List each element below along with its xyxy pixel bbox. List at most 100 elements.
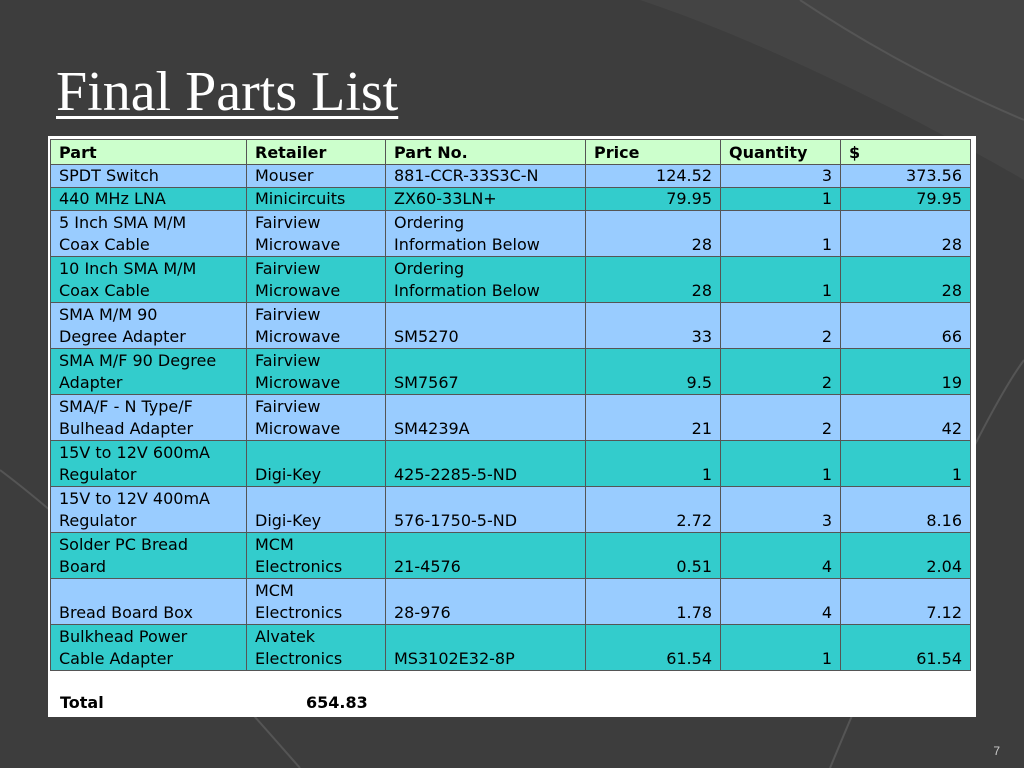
cell-part-no-line: 21-4576 — [394, 557, 461, 576]
cell-price: 124.52 — [585, 164, 721, 188]
cell-retailer-line: Microwave — [255, 281, 341, 300]
cell-price: 21 — [585, 394, 721, 441]
cell-retailer-line: Microwave — [255, 235, 341, 254]
cell-dollar-total: 42 — [840, 394, 971, 441]
slide-number: 7 — [993, 744, 1000, 758]
table-row: SMA M/F 90 Degree Adapter Fairview Microwav… — [50, 348, 971, 395]
cell-part: SMA/F - N Type/F Bulhead Adapter — [50, 394, 247, 441]
cell-quantity: 1 — [720, 256, 841, 303]
cell-retailer: Fairview Microwave — [246, 348, 386, 395]
cell-part: 5 Inch SMA M/M Coax Cable — [50, 210, 247, 257]
cell-retailer: Fairview Microwave — [246, 210, 386, 257]
cell-part-line: Adapter — [59, 373, 123, 392]
cell-part-line: Regulator — [59, 465, 137, 484]
cell-part-no: MS3102E32-8P — [385, 624, 586, 671]
cell-quantity: 2 — [720, 394, 841, 441]
cell-dollar-total: 28 — [840, 256, 971, 303]
cell-part: 15V to 12V 400mA Regulator — [50, 486, 247, 533]
cell-part: SMA M/F 90 Degree Adapter — [50, 348, 247, 395]
header-part: Part — [50, 139, 247, 165]
header-quantity: Quantity — [720, 139, 841, 165]
cell-part-no: 21-4576 — [385, 532, 586, 579]
cell-price: 28 — [585, 210, 721, 257]
cell-price: 61.54 — [585, 624, 721, 671]
cell-retailer-line: Microwave — [255, 373, 341, 392]
cell-part-no: Ordering Information Below — [385, 256, 586, 303]
cell-part: SMA M/M 90 Degree Adapter — [50, 302, 247, 349]
cell-part-no: Ordering Information Below — [385, 210, 586, 257]
cell-retailer-line: Microwave — [255, 419, 341, 438]
table-row: 10 Inch SMA M/M Coax Cable Fairview Microwa… — [50, 256, 971, 303]
cell-price: 79.95 — [585, 187, 721, 211]
cell-quantity: 3 — [720, 486, 841, 533]
cell-dollar-total: 28 — [840, 210, 971, 257]
cell-part-no-line: 881-CCR-33S3C-N — [394, 166, 539, 185]
cell-part-no-line: Ordering — [394, 213, 465, 232]
cell-part-no-line: SM4239A — [394, 419, 470, 438]
cell-part-no: 28-976 — [385, 578, 586, 625]
cell-quantity: 4 — [720, 532, 841, 579]
cell-part-line: 15V to 12V 400mA — [59, 489, 210, 508]
table-row: SMA/F - N Type/F Bulhead Adapter Fairview M… — [50, 394, 971, 441]
cell-part-line: Bulkhead Power — [59, 627, 188, 646]
cell-part-line: SPDT Switch — [59, 166, 159, 185]
header-dollar-total: $ — [840, 139, 971, 165]
cell-quantity: 1 — [720, 210, 841, 257]
cell-part-no-line: Information Below — [394, 235, 540, 254]
cell-part-no: 576-1750-5-ND — [385, 486, 586, 533]
cell-retailer-line: Microwave — [255, 327, 341, 346]
parts-table: Part Retailer Part No. Price Quantity $ … — [50, 139, 971, 671]
cell-part-no-line: Ordering — [394, 259, 465, 278]
cell-retailer: Alvatek Electronics — [246, 624, 386, 671]
cell-retailer-line: Electronics — [255, 603, 343, 622]
cell-quantity: 4 — [720, 578, 841, 625]
cell-price: 33 — [585, 302, 721, 349]
cell-dollar-total: 7.12 — [840, 578, 971, 625]
cell-price: 1 — [585, 440, 721, 487]
cell-part-line: 440 MHz LNA — [59, 189, 166, 208]
cell-part-line: Degree Adapter — [59, 327, 186, 346]
cell-retailer-line: Fairview — [255, 397, 321, 416]
cell-retailer: Mouser — [246, 164, 386, 188]
cell-quantity: 1 — [720, 187, 841, 211]
cell-part-line: 15V to 12V 600mA — [59, 443, 210, 462]
cell-retailer-line: Fairview — [255, 351, 321, 370]
table-row: Bread Board Box MCM Electronics 28-976 1.78 4… — [50, 578, 971, 625]
cell-part-line: 5 Inch SMA M/M — [59, 213, 187, 232]
table-header-row: Part Retailer Part No. Price Quantity $ — [50, 139, 971, 165]
cell-part-line: SMA M/M 90 — [59, 305, 158, 324]
header-price: Price — [585, 139, 721, 165]
cell-dollar-total: 79.95 — [840, 187, 971, 211]
cell-dollar-total: 1 — [840, 440, 971, 487]
cell-retailer: Fairview Microwave — [246, 394, 386, 441]
cell-part-no: 881-CCR-33S3C-N — [385, 164, 586, 188]
cell-part: 10 Inch SMA M/M Coax Cable — [50, 256, 247, 303]
cell-part-line: Coax Cable — [59, 281, 150, 300]
cell-retailer-line: Digi-Key — [255, 465, 322, 484]
cell-retailer-line: Fairview — [255, 305, 321, 324]
parts-table-panel: Part Retailer Part No. Price Quantity $ … — [48, 136, 976, 717]
cell-retailer: Fairview Microwave — [246, 256, 386, 303]
cell-retailer-line: MCM — [255, 581, 294, 600]
cell-part-line: 10 Inch SMA M/M — [59, 259, 197, 278]
table-row: 15V to 12V 600mA Regulator Digi-Key 425-228… — [50, 440, 971, 487]
cell-part-no-line: MS3102E32-8P — [394, 649, 515, 668]
cell-retailer-line: Minicircuits — [255, 189, 346, 208]
cell-part-line: Cable Adapter — [59, 649, 173, 668]
table-row: SPDT Switch Mouser 881-CCR-33S3C-N 124.52 3 3… — [50, 164, 971, 188]
cell-part-no: SM7567 — [385, 348, 586, 395]
cell-part-line: Coax Cable — [59, 235, 150, 254]
cell-part: 440 MHz LNA — [50, 187, 247, 211]
cell-part: SPDT Switch — [50, 164, 247, 188]
total-label: Total — [60, 693, 104, 712]
table-row: SMA M/M 90 Degree Adapter Fairview Microwav… — [50, 302, 971, 349]
cell-part-no-line: 425-2285-5-ND — [394, 465, 518, 484]
cell-quantity: 1 — [720, 624, 841, 671]
cell-retailer: Digi-Key — [246, 486, 386, 533]
cell-part-line: Bread Board Box — [59, 603, 193, 622]
cell-part-no-line: SM5270 — [394, 327, 459, 346]
cell-part: Solder PC Bread Board — [50, 532, 247, 579]
cell-retailer: Minicircuits — [246, 187, 386, 211]
table-row: 5 Inch SMA M/M Coax Cable Fairview Microwav… — [50, 210, 971, 257]
table-row: 15V to 12V 400mA Regulator Digi-Key 576-175… — [50, 486, 971, 533]
